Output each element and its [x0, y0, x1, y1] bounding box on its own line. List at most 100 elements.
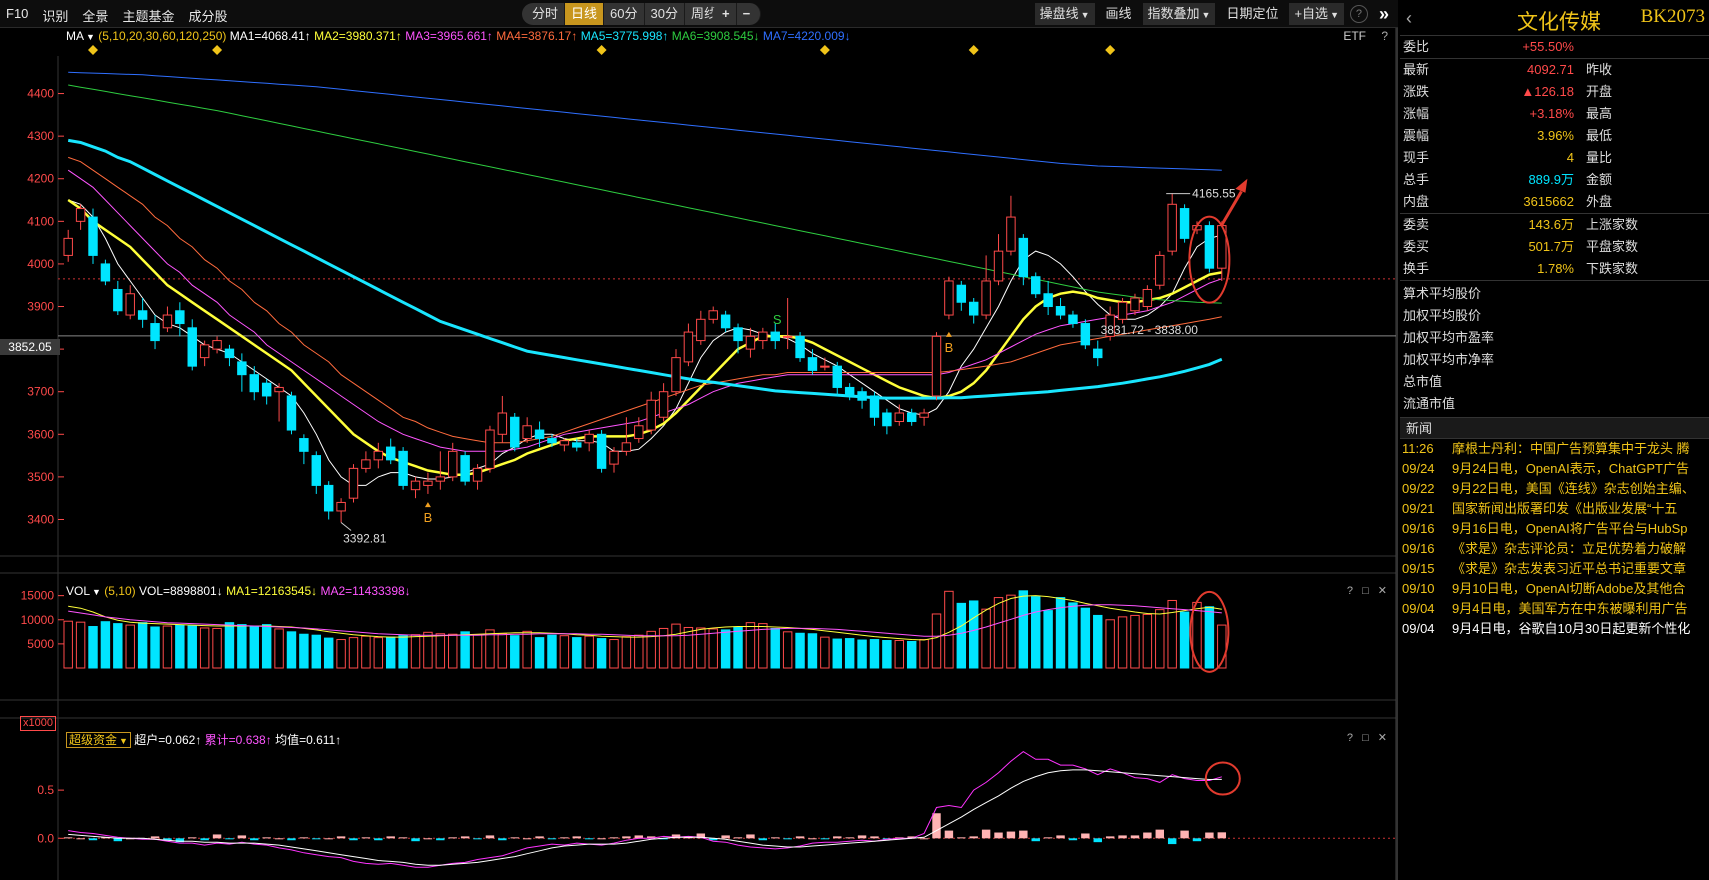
flow-bar	[460, 836, 470, 839]
y-tick-label: 3700	[27, 385, 54, 399]
quote-row: 委买 501.7万 平盘家数	[1400, 236, 1709, 258]
candle	[1167, 193, 1177, 256]
menu-identify[interactable]: 识别	[42, 6, 68, 25]
etf-toggle[interactable]: ETF	[1343, 29, 1366, 43]
stat-item: 加权平均市盈率	[1403, 330, 1495, 345]
quote-value: 3.96%	[1537, 128, 1574, 143]
kline-chart[interactable]: 3400350036003700380039004000410042004300…	[0, 28, 1396, 880]
ma-indicator-dropdown[interactable]: MA ▼	[66, 29, 95, 43]
news-item[interactable]: 09/16 9月16日电，OpenAI将广告平台与HubSp	[1400, 519, 1709, 539]
candle-body	[981, 280, 991, 316]
candle-body	[1167, 203, 1177, 252]
menu-f10[interactable]: F10	[6, 6, 28, 25]
menu-constituents[interactable]: 成分股	[188, 6, 227, 25]
candle-body	[745, 335, 756, 350]
candle	[485, 425, 495, 473]
news-item[interactable]: 09/15 《求是》杂志发表习近平总书记重要文章	[1400, 559, 1709, 579]
candle-body	[671, 357, 681, 393]
candle	[348, 464, 359, 503]
chart-area[interactable]: 3400350036003700380039004000410042004300…	[0, 28, 1398, 880]
candle-body	[410, 480, 421, 491]
flow-bar	[1205, 832, 1214, 839]
news-item[interactable]: 11:26 摩根士丹利：中国广告预算集中于龙头 腾	[1400, 439, 1709, 459]
quote-value: ▲126.18	[1521, 84, 1574, 99]
flow-pane-controls[interactable]: ? □ ✕	[1347, 731, 1390, 744]
candle	[584, 430, 594, 452]
candle	[88, 208, 98, 264]
candle	[944, 276, 954, 320]
date-locate-button[interactable]: 日期定位	[1221, 3, 1283, 25]
quote-label: 昨收	[1586, 62, 1613, 77]
candle	[385, 438, 396, 465]
volume-bar	[497, 633, 508, 669]
flow-bar	[1081, 833, 1090, 839]
flow-label: 超级资金	[69, 733, 118, 747]
volume-bar	[274, 628, 284, 669]
period-30min[interactable]: 30分	[644, 3, 685, 25]
help-icon[interactable]: ?	[1349, 5, 1368, 23]
period-daily[interactable]: 日线	[565, 3, 605, 25]
news-item[interactable]: 09/10 9月10日电，OpenAI切断Adobe及其他合	[1400, 579, 1709, 599]
buy-arrow-icon	[945, 331, 952, 337]
volume-bar	[1093, 614, 1103, 669]
news-item[interactable]: 09/04 9月4日电，谷歌自10月30日起更新个性化	[1400, 619, 1709, 639]
news-item[interactable]: 09/24 9月24日电，OpenAI表示，ChatGPT广告	[1400, 459, 1709, 479]
candle-body	[137, 310, 148, 320]
flow-bar	[820, 838, 830, 840]
candle	[497, 395, 508, 443]
news-title: 《求是》杂志评论员：立足优势着力破解	[1452, 541, 1687, 556]
back-arrow-icon[interactable]: ‹	[1406, 8, 1412, 29]
news-item[interactable]: 09/21 国家新闻出版署印发《出版业发展“十五	[1400, 499, 1709, 519]
flow-bar	[969, 836, 978, 839]
collapse-panel-icon[interactable]: »	[1374, 3, 1394, 25]
draw-button[interactable]: 画线	[1101, 3, 1137, 25]
news-item[interactable]: 09/16 《求是》杂志评论员：立足优势着力破解	[1400, 539, 1709, 559]
menu-theme-fund[interactable]: 主题基金	[122, 6, 174, 25]
quote-row: 震幅 3.96% 最低	[1400, 125, 1709, 147]
candle-body	[547, 438, 557, 444]
draw-lines-dropdown[interactable]: 操盘线 ▼	[1034, 3, 1095, 25]
legend-vol-ma2: MA2=11433398↓	[320, 584, 411, 598]
highlight-ellipse	[1204, 761, 1241, 796]
candle	[1142, 285, 1153, 311]
candle	[993, 234, 1004, 286]
legend-ma5: MA5=3775.998↑	[580, 29, 669, 43]
zoom-in-button[interactable]: +	[712, 3, 737, 25]
candle	[634, 417, 644, 443]
volume-bar	[63, 620, 73, 669]
candle-body	[609, 450, 619, 465]
candle-body	[572, 442, 582, 448]
legend-ma4: MA4=3876.17↑	[496, 29, 578, 43]
news-title: 9月22日电，美国《连线》杂志创始主编、	[1452, 481, 1695, 496]
flow-indicator-dropdown[interactable]: 超级资金 ▼	[66, 732, 131, 748]
main-help-icon[interactable]: ?	[1381, 29, 1388, 43]
candle	[596, 430, 607, 473]
flow-bar	[870, 836, 879, 839]
quote-label: 委卖	[1403, 217, 1430, 232]
candle-body	[100, 263, 111, 282]
period-intraday[interactable]: 分时	[522, 3, 566, 25]
candle-body	[844, 386, 855, 397]
index-overlay-dropdown[interactable]: 指数叠加 ▼	[1142, 3, 1216, 25]
zoom-out-button[interactable]: −	[736, 3, 762, 25]
candle-body	[162, 314, 173, 329]
volume-bar	[956, 602, 967, 669]
vol-pane-controls[interactable]: ? □ ✕	[1347, 584, 1390, 597]
candle-body	[795, 335, 805, 359]
sell-signal: S	[773, 312, 782, 327]
news-item[interactable]: 09/22 9月22日电，美国《连线》杂志创始主编、	[1400, 479, 1709, 499]
candle	[658, 383, 669, 422]
period-60min[interactable]: 60分	[604, 3, 645, 25]
candle-body	[534, 429, 545, 440]
volume-bar	[1006, 594, 1016, 669]
chevron-down-icon: ▼	[92, 587, 101, 597]
vol-indicator-dropdown[interactable]: VOL ▼	[66, 584, 101, 598]
add-watchlist-dropdown[interactable]: +自选 ▼	[1289, 3, 1344, 25]
y-tick-label: 4100	[27, 214, 54, 228]
candle-body	[733, 327, 743, 342]
news-item[interactable]: 09/04 9月4日电，美国军方在中东被曝利用广告	[1400, 599, 1709, 619]
volume-bar	[472, 634, 483, 669]
menu-overview[interactable]: 全景	[82, 6, 108, 25]
candle-body	[261, 382, 272, 397]
news-tab[interactable]: 新闻	[1400, 417, 1709, 439]
